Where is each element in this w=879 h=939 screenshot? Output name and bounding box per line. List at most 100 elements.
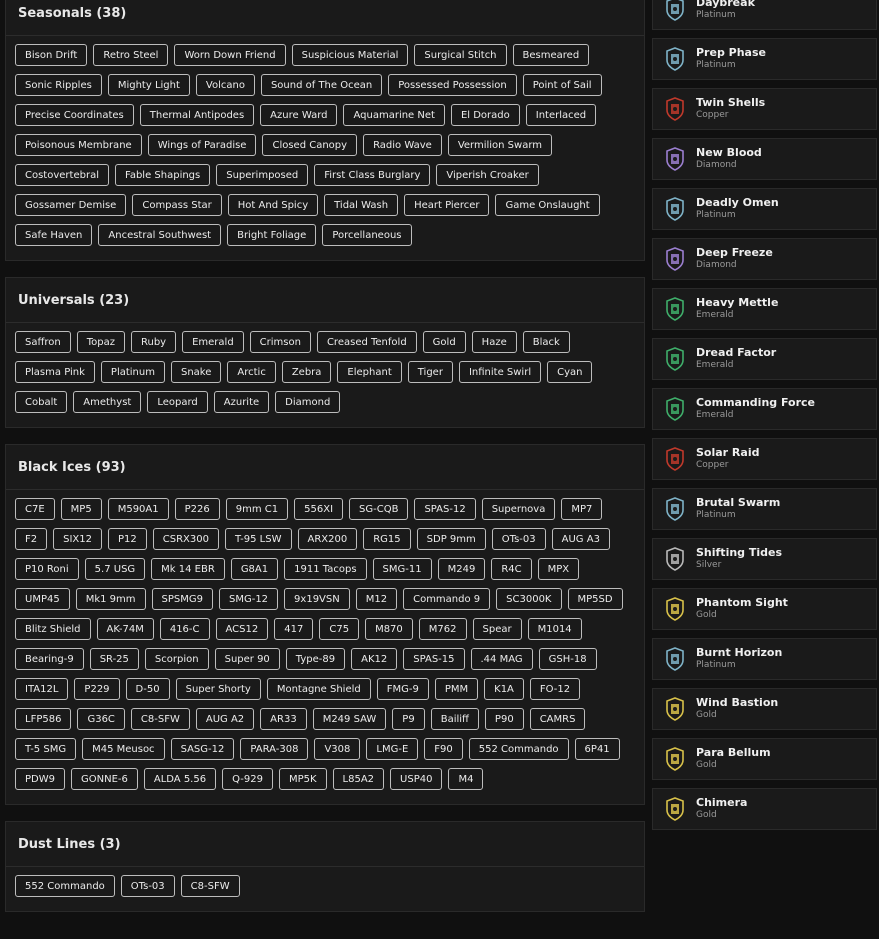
item-chip[interactable]: SASG-12 bbox=[170, 738, 235, 760]
item-chip[interactable]: Worn Down Friend bbox=[174, 44, 286, 66]
item-chip[interactable]: Gold bbox=[422, 331, 466, 353]
item-chip[interactable]: MP5K bbox=[278, 768, 327, 790]
item-chip[interactable]: Montagne Shield bbox=[266, 678, 371, 700]
item-chip[interactable]: Black bbox=[522, 331, 570, 353]
item-chip[interactable]: SR-25 bbox=[89, 648, 139, 670]
item-chip[interactable]: P229 bbox=[74, 678, 120, 700]
item-chip[interactable]: Retro Steel bbox=[93, 44, 169, 66]
item-chip[interactable]: T-5 SMG bbox=[15, 738, 77, 760]
item-chip[interactable]: Arctic bbox=[227, 361, 276, 383]
item-chip[interactable]: FMG-9 bbox=[376, 678, 429, 700]
item-chip[interactable]: 417 bbox=[274, 618, 314, 640]
item-chip[interactable]: M249 SAW bbox=[312, 708, 387, 730]
item-chip[interactable]: Vermilion Swarm bbox=[447, 134, 553, 156]
item-chip[interactable]: Scorpion bbox=[144, 648, 209, 670]
item-chip[interactable]: Diamond bbox=[275, 391, 341, 413]
item-chip[interactable]: M12 bbox=[355, 588, 398, 610]
item-chip[interactable]: Volcano bbox=[195, 74, 255, 96]
item-chip[interactable]: Tiger bbox=[407, 361, 453, 383]
item-chip[interactable]: Mighty Light bbox=[107, 74, 190, 96]
item-chip[interactable]: C8-SFW bbox=[130, 708, 190, 730]
item-chip[interactable]: Aquamarine Net bbox=[343, 104, 445, 126]
achievement-item[interactable]: Burnt Horizon Platinum bbox=[652, 638, 877, 680]
achievement-item[interactable]: Deadly Omen Platinum bbox=[652, 188, 877, 230]
item-chip[interactable]: First Class Burglary bbox=[314, 164, 431, 186]
achievement-item[interactable]: Prep Phase Platinum bbox=[652, 38, 877, 80]
item-chip[interactable]: SG-CQB bbox=[349, 498, 409, 520]
item-chip[interactable]: Cyan bbox=[547, 361, 593, 383]
item-chip[interactable]: Crimson bbox=[249, 331, 311, 353]
item-chip[interactable]: SPAS-15 bbox=[403, 648, 465, 670]
item-chip[interactable]: Gossamer Demise bbox=[15, 194, 127, 216]
item-chip[interactable]: SIX12 bbox=[53, 528, 102, 550]
item-chip[interactable]: Mk 14 EBR bbox=[151, 558, 225, 580]
item-chip[interactable]: SPSMG9 bbox=[151, 588, 213, 610]
item-chip[interactable]: V308 bbox=[314, 738, 361, 760]
item-chip[interactable]: Bearing-9 bbox=[15, 648, 84, 670]
achievement-item[interactable]: Solar Raid Copper bbox=[652, 438, 877, 480]
item-chip[interactable]: 5.7 USG bbox=[84, 558, 146, 580]
item-chip[interactable]: P226 bbox=[174, 498, 220, 520]
item-chip[interactable]: Zebra bbox=[281, 361, 332, 383]
item-chip[interactable]: AUG A2 bbox=[195, 708, 255, 730]
item-chip[interactable]: Commando 9 bbox=[403, 588, 491, 610]
item-chip[interactable]: Game Onslaught bbox=[495, 194, 600, 216]
item-chip[interactable]: USP40 bbox=[390, 768, 443, 790]
item-chip[interactable]: PDW9 bbox=[15, 768, 65, 790]
item-chip[interactable]: MP5 bbox=[60, 498, 102, 520]
item-chip[interactable]: M590A1 bbox=[107, 498, 169, 520]
item-chip[interactable]: C7E bbox=[15, 498, 55, 520]
achievement-item[interactable]: Chimera Gold bbox=[652, 788, 877, 830]
item-chip[interactable]: LMG-E bbox=[366, 738, 419, 760]
item-chip[interactable]: Ancestral Southwest bbox=[98, 224, 222, 246]
item-chip[interactable]: OTs-03 bbox=[120, 875, 175, 897]
item-chip[interactable]: Suspicious Material bbox=[291, 44, 409, 66]
item-chip[interactable]: 416-C bbox=[159, 618, 210, 640]
item-chip[interactable]: 6P41 bbox=[574, 738, 620, 760]
item-chip[interactable]: F90 bbox=[424, 738, 463, 760]
item-chip[interactable]: T-95 LSW bbox=[224, 528, 292, 550]
item-chip[interactable]: Sound of The Ocean bbox=[260, 74, 383, 96]
item-chip[interactable]: Mk1 9mm bbox=[75, 588, 146, 610]
item-chip[interactable]: Surgical Stitch bbox=[414, 44, 507, 66]
item-chip[interactable]: M1014 bbox=[527, 618, 582, 640]
item-chip[interactable]: K1A bbox=[484, 678, 524, 700]
item-chip[interactable]: Bison Drift bbox=[15, 44, 88, 66]
item-chip[interactable]: M4 bbox=[448, 768, 484, 790]
item-chip[interactable]: 1911 Tacops bbox=[284, 558, 367, 580]
item-chip[interactable]: ALDA 5.56 bbox=[143, 768, 217, 790]
item-chip[interactable]: Bailiff bbox=[430, 708, 479, 730]
item-chip[interactable]: Radio Wave bbox=[363, 134, 442, 156]
item-chip[interactable]: Plasma Pink bbox=[15, 361, 95, 383]
item-chip[interactable]: Fable Shapings bbox=[114, 164, 211, 186]
item-chip[interactable]: Emerald bbox=[182, 331, 244, 353]
item-chip[interactable]: UMP45 bbox=[15, 588, 70, 610]
item-chip[interactable]: MP5SD bbox=[567, 588, 623, 610]
item-chip[interactable]: D-50 bbox=[125, 678, 170, 700]
item-chip[interactable]: El Dorado bbox=[450, 104, 520, 126]
item-chip[interactable]: Super Shorty bbox=[175, 678, 261, 700]
item-chip[interactable]: SMG-11 bbox=[372, 558, 432, 580]
item-chip[interactable]: Bright Foliage bbox=[227, 224, 317, 246]
achievement-item[interactable]: Heavy Mettle Emerald bbox=[652, 288, 877, 330]
item-chip[interactable]: AR33 bbox=[260, 708, 307, 730]
item-chip[interactable]: Thermal Antipodes bbox=[139, 104, 255, 126]
item-chip[interactable]: Cobalt bbox=[15, 391, 68, 413]
item-chip[interactable]: Heart Piercer bbox=[404, 194, 490, 216]
item-chip[interactable]: Closed Canopy bbox=[262, 134, 358, 156]
item-chip[interactable]: SMG-12 bbox=[218, 588, 279, 610]
achievement-item[interactable]: Wind Bastion Gold bbox=[652, 688, 877, 730]
item-chip[interactable]: Poisonous Membrane bbox=[15, 134, 142, 156]
item-chip[interactable]: ACS12 bbox=[215, 618, 269, 640]
item-chip[interactable]: AK12 bbox=[351, 648, 398, 670]
achievement-item[interactable]: Shifting Tides Silver bbox=[652, 538, 877, 580]
item-chip[interactable]: Blitz Shield bbox=[15, 618, 91, 640]
item-chip[interactable]: M249 bbox=[437, 558, 486, 580]
item-chip[interactable]: M870 bbox=[365, 618, 413, 640]
item-chip[interactable]: Supernova bbox=[481, 498, 556, 520]
item-chip[interactable]: G8A1 bbox=[230, 558, 279, 580]
item-chip[interactable]: R4C bbox=[491, 558, 532, 580]
item-chip[interactable]: Porcellaneous bbox=[322, 224, 412, 246]
item-chip[interactable]: Safe Haven bbox=[15, 224, 93, 246]
item-chip[interactable]: Spear bbox=[472, 618, 522, 640]
